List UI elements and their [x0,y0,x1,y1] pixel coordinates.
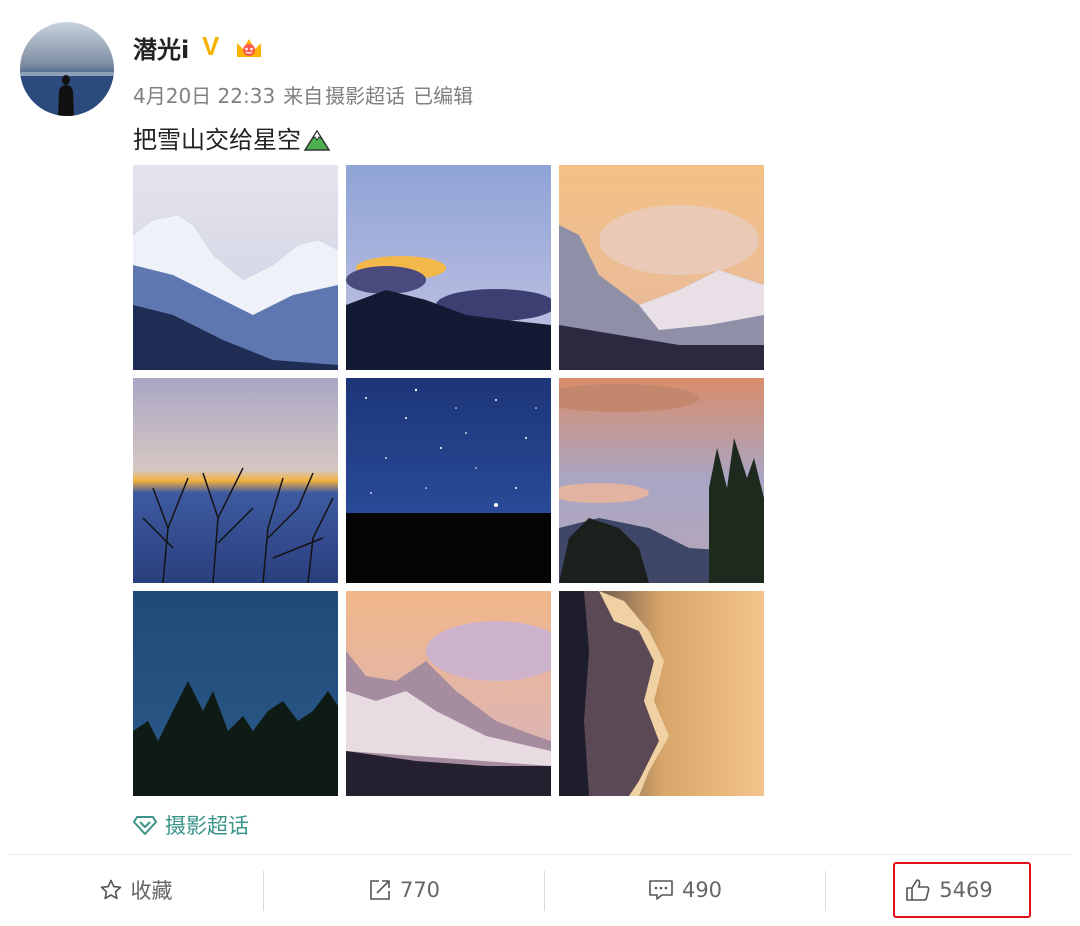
photo-2[interactable] [346,165,551,370]
source-prefix: 来自 [283,84,324,108]
avatar[interactable] [20,22,114,116]
post-text-content: 把雪山交给星空 [133,126,301,154]
comment-icon [649,880,673,900]
topic-link[interactable]: 摄影超话 [133,810,249,840]
verified-badge-icon[interactable]: V [202,31,219,62]
photo-3[interactable] [559,165,764,370]
star-icon [100,879,121,900]
post-timestamp[interactable]: 4月20日 22:33 [133,84,275,108]
photo-6[interactable] [559,378,764,583]
username[interactable]: 潜光i [133,30,189,65]
photo-1[interactable] [133,165,338,370]
like-highlight-box [893,862,1031,918]
member-crown-icon[interactable] [234,33,264,59]
photo-8[interactable] [346,591,551,796]
post-source[interactable]: 摄影超话 [325,84,405,108]
favorite-label: 收藏 [130,879,173,903]
topic-diamond-icon [133,816,157,835]
post-text: 把雪山交给星空 [133,120,331,155]
favorite-button[interactable]: 收藏 [8,855,263,925]
photo-7[interactable] [133,591,338,796]
photo-grid [133,165,764,796]
repost-button[interactable]: 770 [264,855,544,925]
comment-button[interactable]: 490 [545,855,825,925]
topic-label: 摄影超话 [165,814,249,838]
edited-label[interactable]: 已编辑 [413,84,473,108]
mountain-emoji-icon [303,129,331,151]
repost-count: 770 [399,878,441,902]
photo-5[interactable] [346,378,551,583]
post-meta: 4月20日 22:33 来自 摄影超话 已编辑 [133,80,481,109]
photo-4[interactable] [133,378,338,583]
photo-9[interactable] [559,591,764,796]
comment-count: 490 [681,878,723,902]
share-icon [370,880,390,900]
